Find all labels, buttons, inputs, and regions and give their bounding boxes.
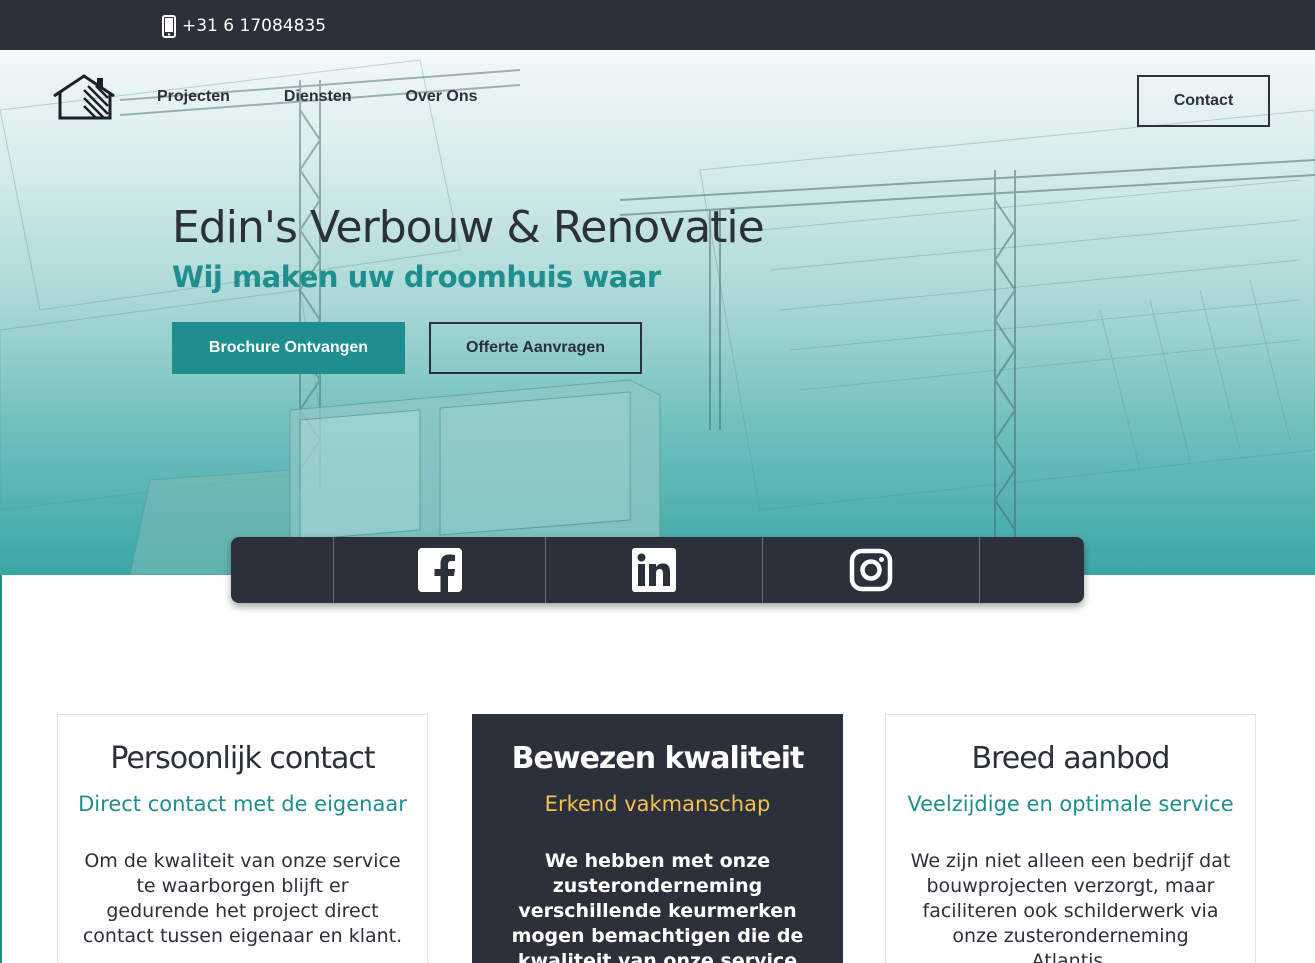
nav-item-diensten[interactable]: Diensten	[284, 88, 352, 106]
nav-item-projecten[interactable]: Projecten	[157, 88, 230, 106]
card-title: Bewezen kwaliteit	[511, 741, 805, 776]
card-text: We zijn niet alleen een bedrijf dat bouw…	[910, 850, 1231, 963]
instagram-link[interactable]	[763, 537, 980, 603]
card-subtitle: Direct contact met de eigenaar	[78, 792, 407, 816]
main-navigation: Projecten Diensten Over Ons	[157, 88, 532, 106]
instagram-icon	[849, 548, 893, 592]
house-logo-icon[interactable]	[50, 72, 118, 122]
linkedin-link[interactable]	[546, 537, 763, 603]
linkedin-icon	[632, 548, 676, 592]
brochure-button[interactable]: Brochure Ontvangen	[172, 322, 405, 374]
hero-subtitle: Wij maken uw droomhuis waar	[172, 260, 661, 294]
quote-request-button[interactable]: Offerte Aanvragen	[429, 322, 642, 374]
facebook-icon	[417, 548, 462, 592]
card-title: Breed aanbod	[971, 741, 1171, 776]
hero-title: Edin's Verbouw & Renovatie	[172, 202, 765, 253]
phone-contact[interactable]: +31 6 17084835	[162, 14, 326, 38]
top-bar: +31 6 17084835	[0, 0, 1315, 50]
card-text: Om de kwaliteit van onze service te waar…	[82, 850, 403, 947]
mobile-phone-icon	[162, 14, 176, 38]
card-subtitle: Erkend vakmanschap	[544, 792, 771, 816]
hero-section: Projecten Diensten Over Ons Contact Edin…	[0, 50, 1315, 575]
nav-item-over-ons[interactable]: Over Ons	[406, 88, 478, 106]
contact-button[interactable]: Contact	[1137, 75, 1270, 127]
card-text: We hebben met onze zusteronderneming ver…	[511, 850, 804, 963]
card-subtitle: Veelzijdige en optimale service	[907, 792, 1234, 816]
social-spacer-right	[980, 537, 1084, 603]
phone-number: +31 6 17084835	[182, 16, 327, 36]
construction-background-illustration	[0, 59, 1315, 575]
feature-card-wide-offering: Breed aanbod Veelzijdige en optimale ser…	[885, 714, 1256, 963]
feature-card-personal-contact: Persoonlijk contact Direct contact met d…	[57, 714, 428, 963]
feature-card-proven-quality: Bewezen kwaliteit Erkend vakmanschap We …	[472, 714, 843, 963]
page-edge-line	[0, 575, 2, 963]
card-title: Persoonlijk contact	[110, 741, 375, 776]
facebook-link[interactable]	[334, 537, 546, 603]
social-links-bar	[231, 537, 1084, 603]
social-spacer-left	[231, 537, 334, 603]
